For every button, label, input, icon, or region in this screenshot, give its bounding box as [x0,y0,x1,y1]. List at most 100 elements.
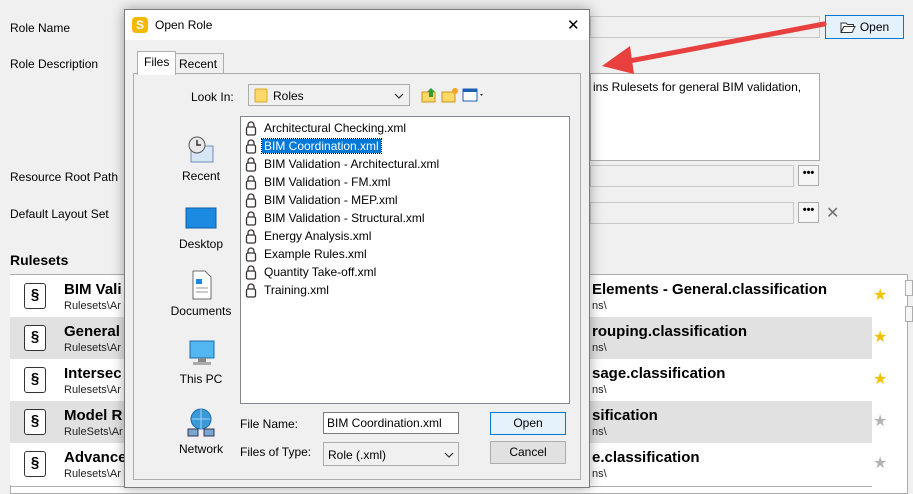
role-description-label: Role Description [10,57,99,71]
file-name: BIM Validation - FM.xml [264,174,391,189]
file-item[interactable]: BIM Validation - FM.xml [243,173,392,190]
ruleset-path: Rulesets\Ar [64,468,121,480]
favorite-star-icon[interactable]: ★ [873,414,887,430]
lock-file-icon [243,228,259,244]
role-description-field[interactable]: ins Rulesets for general BIM validation, [590,73,820,161]
file-item[interactable]: Architectural Checking.xml [243,119,408,136]
lock-file-icon [243,174,259,190]
tab-files[interactable]: Files [137,51,177,75]
files-panel: Look In: Roles Recent Desktop Documents … [133,73,581,480]
look-in-value: Roles [273,89,304,103]
file-item[interactable]: BIM Coordination.xml [243,137,382,154]
ruleset-path: Rulesets\Ar [64,300,121,312]
ruleset-classification-title: sification [592,407,658,424]
ruleset-classification-path: ns\ [592,300,607,312]
file-name-input[interactable]: BIM Coordination.xml [323,412,459,434]
ruleset-classification-title: e.classification [592,449,700,466]
files-of-type-dropdown[interactable]: Role (.xml) [323,442,459,466]
dialog-title: Open Role [155,18,213,32]
place-desktop-label: Desktop [178,237,224,251]
place-recent-label: Recent [181,169,221,183]
network-icon [187,408,215,437]
lock-file-icon [243,192,259,208]
ruleset-icon: § [24,283,46,309]
recent-icon [188,136,214,163]
place-network[interactable]: Network [156,407,246,456]
tab-recent[interactable]: Recent [172,53,225,75]
lock-file-icon [243,246,259,262]
lock-file-icon [243,156,259,172]
ruleset-icon: § [24,325,46,351]
favorite-star-icon[interactable]: ★ [873,372,887,388]
ruleset-title: Model R [64,407,123,424]
resource-root-browse-button[interactable]: ••• [798,165,819,186]
dialog-titlebar: S Open Role ✕ [125,10,589,40]
ruleset-title: General [64,323,120,340]
favorite-star-icon[interactable]: ★ [873,456,887,472]
default-layout-field[interactable] [590,202,794,224]
place-desktop[interactable]: Desktop [156,204,246,251]
file-name: Energy Analysis.xml [264,228,372,243]
ruleset-title: BIM Vali [64,281,122,298]
add-ruleset-button[interactable] [905,280,913,296]
default-layout-browse-button[interactable]: ••• [798,202,819,223]
file-name: BIM Validation - Structural.xml [264,210,425,225]
default-layout-label: Default Layout Set [10,207,109,221]
place-this-pc[interactable]: This PC [156,339,246,386]
close-icon[interactable]: ✕ [567,16,580,34]
open-role-dialog: S Open Role ✕ Files Recent Look In: Role… [124,9,590,488]
clear-layout-icon[interactable]: ✕ [826,203,839,223]
role-name-label: Role Name [10,21,71,35]
file-item[interactable]: BIM Validation - MEP.xml [243,191,400,208]
dialog-cancel-button[interactable]: Cancel [490,441,566,464]
open-role-button[interactable]: Open [825,15,904,39]
desktop-icon [185,207,217,229]
open-role-button-label: Open [859,20,890,34]
resource-root-field[interactable] [590,165,794,187]
file-item[interactable]: BIM Validation - Architectural.xml [243,155,441,172]
favorite-star-icon[interactable]: ★ [873,288,887,304]
lock-file-icon [243,210,259,226]
folder-icon [254,88,268,103]
chevron-down-icon [444,452,454,458]
ruleset-classification-title: rouping.classification [592,323,748,340]
up-folder-icon[interactable] [421,87,439,103]
lock-file-icon [243,282,259,298]
ruleset-title: Intersec [64,365,122,382]
file-item[interactable]: Example Rules.xml [243,245,369,262]
file-item[interactable]: BIM Validation - Structural.xml [243,209,427,226]
folder-open-icon [840,22,856,33]
ruleset-icon: § [24,367,46,393]
callout-arrow-icon [602,21,827,74]
documents-icon [192,270,212,300]
file-name: BIM Validation - MEP.xml [264,192,398,207]
place-recent[interactable]: Recent [156,134,246,183]
look-in-label: Look In: [191,90,234,104]
ruleset-icon: § [24,409,46,435]
ruleset-classification-path: ns\ [592,342,607,354]
file-name: Example Rules.xml [264,246,367,261]
file-item[interactable]: Energy Analysis.xml [243,227,373,244]
resource-root-label: Resource Root Path [10,170,119,184]
file-item[interactable]: Training.xml [243,281,331,298]
remove-ruleset-button[interactable] [905,306,913,322]
new-folder-icon[interactable] [441,87,459,103]
files-of-type-label: Files of Type: [240,445,312,459]
favorite-star-icon[interactable]: ★ [873,330,887,346]
view-menu-icon[interactable] [462,87,486,103]
file-item[interactable]: Quantity Take-off.xml [243,263,378,280]
file-name-value: BIM Coordination.xml [327,416,442,430]
rulesets-heading: Rulesets [10,252,69,268]
file-list: Architectural Checking.xml BIM Coordinat… [240,116,570,404]
ruleset-classification-title: Elements - General.classification [592,281,828,298]
place-documents[interactable]: Documents [156,269,246,318]
app-logo-icon: S [132,17,148,33]
place-network-label: Network [178,442,223,456]
look-in-dropdown[interactable]: Roles [248,84,410,106]
file-name: Quantity Take-off.xml [264,264,377,279]
ruleset-classification-path: ns\ [592,384,607,396]
place-documents-label: Documents [170,304,232,318]
ruleset-classification-path: ns\ [592,426,607,438]
lock-file-icon [243,138,259,154]
dialog-open-button[interactable]: Open [490,412,566,435]
